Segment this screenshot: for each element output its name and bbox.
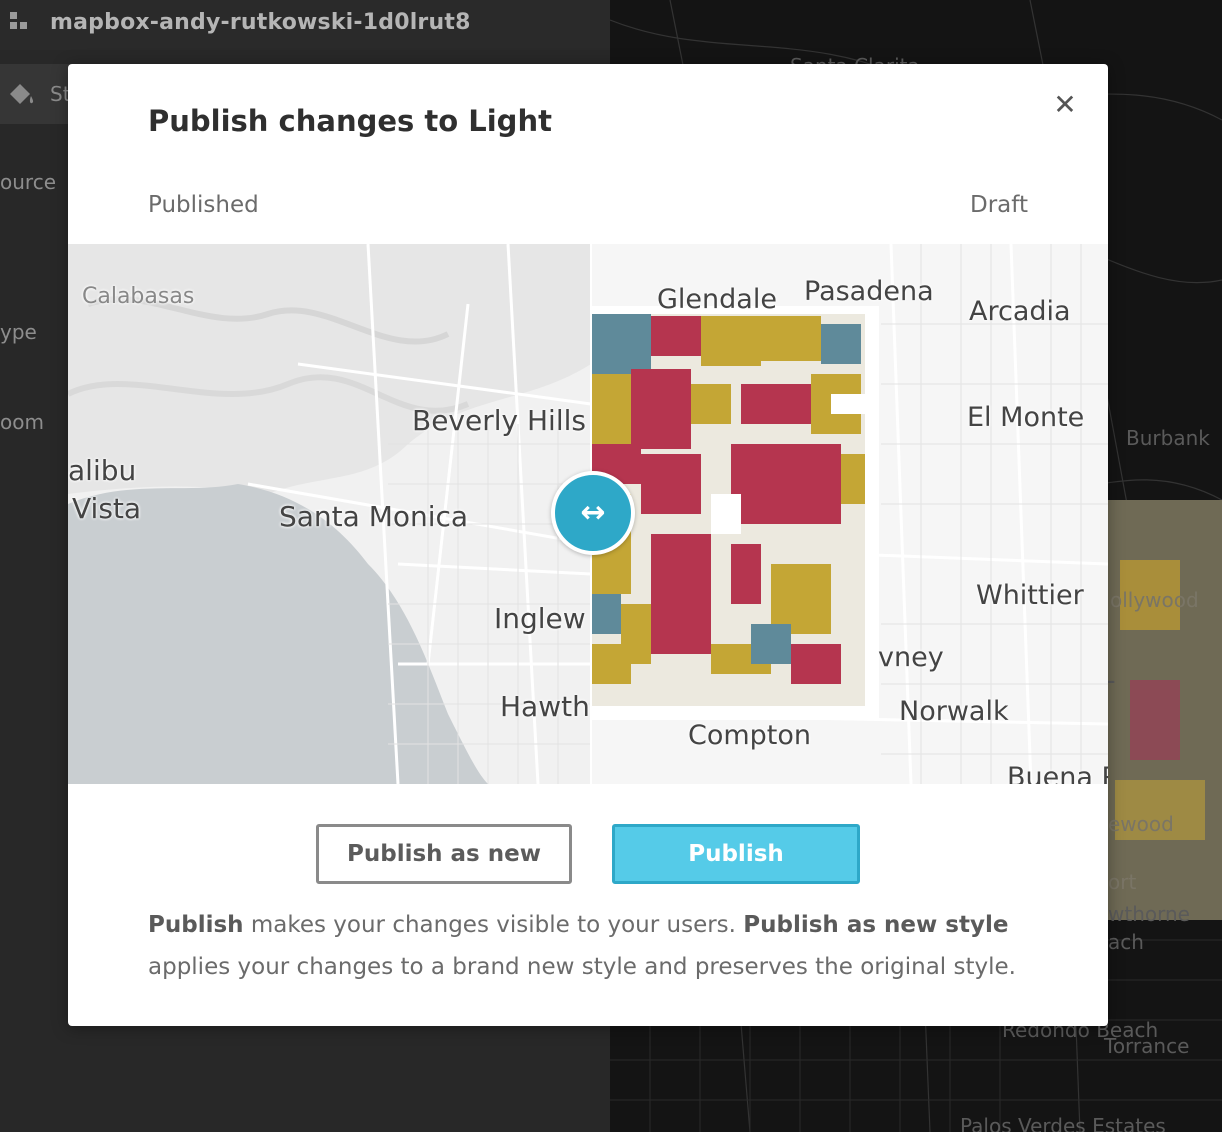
map-place-label: Norwalk — [899, 696, 1009, 727]
map-place-label: Glendale — [657, 284, 777, 315]
publish-button[interactable]: Publish — [612, 824, 860, 884]
paint-bucket-icon[interactable] — [6, 82, 36, 108]
panel-label-zoom: oom — [0, 410, 44, 434]
draft-map[interactable]: Glendale Pasadena Arcadia El Monte Whitt… — [591, 244, 1108, 784]
map-place-label: vney — [878, 642, 944, 673]
map-place-label: Arcadia — [969, 296, 1071, 327]
map-label: ollywood — [1110, 588, 1199, 612]
map-label: Torrance — [1104, 1034, 1190, 1058]
dialog-title: Publish changes to Light — [148, 104, 552, 138]
draft-label: Draft — [970, 192, 1028, 218]
map-place-label: Calabasas — [82, 284, 195, 309]
map-label: ewood — [1108, 812, 1174, 836]
app-header: mapbox-andy-rutkowski-1d0lrut8 — [0, 0, 610, 50]
map-place-label: Compton — [688, 720, 812, 751]
published-map[interactable]: Calabasas Beverly Hills Santa Monica ali… — [68, 244, 591, 784]
map-place-label: Beverly Hills — [412, 404, 586, 437]
publish-description: Publish makes your changes visible to yo… — [148, 904, 1048, 988]
map-label: Palos Verdes Estates — [960, 1114, 1166, 1132]
map-place-label: Vista — [72, 492, 142, 525]
panel-label-source: ource — [0, 170, 56, 194]
map-place-label: Hawth — [500, 690, 590, 723]
description-bold-publish-new: Publish as new style — [743, 912, 1009, 938]
description-bold-publish: Publish — [148, 912, 244, 938]
description-text: makes your changes visible to your users… — [243, 912, 744, 938]
map-compare[interactable]: Calabasas Beverly Hills Santa Monica ali… — [68, 244, 1108, 784]
map-label: Burbank — [1126, 426, 1210, 450]
map-label: ort — [1108, 870, 1137, 894]
map-place-label: Santa Monica — [279, 500, 469, 533]
publish-dialog: Publish changes to Light ✕ Published Dra… — [68, 64, 1108, 1026]
dialog-actions: Publish as new Publish — [68, 824, 1108, 884]
close-icon[interactable]: ✕ — [1050, 90, 1080, 120]
panel-label-type: ype — [0, 320, 37, 344]
app-logo-icon[interactable] — [10, 12, 32, 34]
map-place-label: alibu — [68, 454, 137, 487]
map-place-label: Whittier — [976, 580, 1084, 611]
map-place-label: Pasadena — [804, 276, 934, 307]
style-name[interactable]: mapbox-andy-rutkowski-1d0lrut8 — [50, 10, 471, 35]
description-text: applies your changes to a brand new styl… — [148, 954, 1016, 980]
map-label: ach — [1108, 930, 1144, 954]
map-place-label: Inglew — [494, 602, 586, 635]
swipe-handle-icon[interactable]: ↔ — [551, 471, 635, 555]
published-label: Published — [148, 192, 259, 218]
map-place-label: Buena P — [1007, 762, 1108, 784]
publish-as-new-button[interactable]: Publish as new — [316, 824, 572, 884]
map-place-label: El Monte — [967, 402, 1085, 433]
map-label: wthorne — [1108, 902, 1190, 926]
